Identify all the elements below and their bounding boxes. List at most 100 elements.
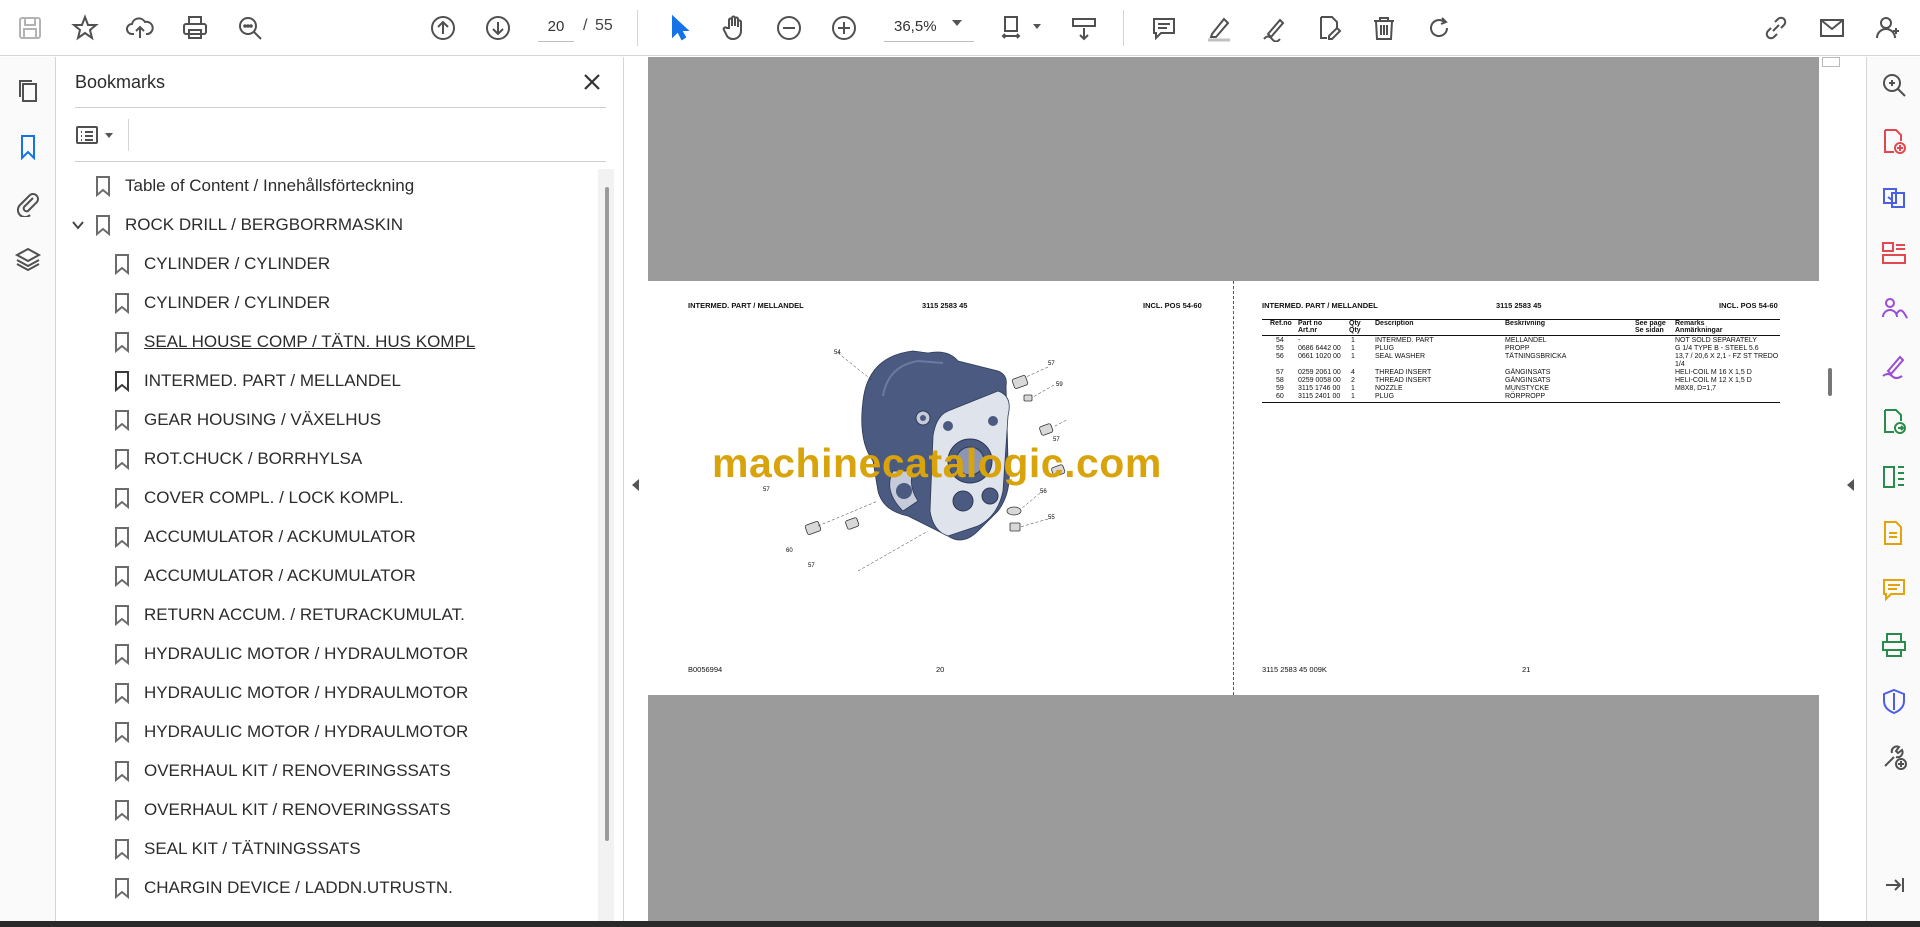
zoom-in-icon[interactable] bbox=[826, 10, 862, 46]
highlight-icon[interactable] bbox=[1201, 10, 1237, 46]
page-fit-icon[interactable] bbox=[995, 10, 1031, 46]
zoom-level-input[interactable] bbox=[884, 12, 974, 42]
bookmark-item[interactable]: ACCUMULATOR / ACKUMULATOR bbox=[114, 559, 416, 593]
bookmark-item[interactable]: Table of Content / Innehållsförteckning bbox=[95, 169, 414, 203]
save-icon[interactable] bbox=[12, 10, 48, 46]
bookmark-item[interactable]: CYLINDER / CYLINDER bbox=[114, 286, 330, 320]
callout-label: 60 bbox=[786, 548, 793, 554]
star-icon[interactable] bbox=[67, 10, 103, 46]
bookmark-item[interactable]: OVERHAUL KIT / RENOVERINGSSATS bbox=[114, 754, 451, 788]
table-cell: 54 bbox=[1276, 337, 1284, 344]
table-cell: PLUG bbox=[1375, 393, 1395, 400]
find-zoom-icon[interactable] bbox=[232, 10, 268, 46]
protect-icon[interactable] bbox=[1878, 685, 1910, 717]
bookmark-item[interactable]: HYDRAULIC MOTOR / HYDRAULMOTOR bbox=[114, 676, 468, 710]
combine-files-icon[interactable] bbox=[1878, 181, 1910, 213]
bookmark-icon bbox=[114, 370, 130, 393]
zoom-dropdown-caret[interactable] bbox=[952, 20, 962, 26]
fill-sign-icon[interactable] bbox=[1878, 349, 1910, 381]
comment-tool-icon[interactable] bbox=[1878, 573, 1910, 605]
comment-icon[interactable] bbox=[1146, 10, 1182, 46]
bookmarks-scroll-thumb[interactable] bbox=[605, 187, 609, 841]
bookmark-label: HYDRAULIC MOTOR / HYDRAULMOTOR bbox=[144, 722, 469, 741]
scroll-top-indicator bbox=[1822, 57, 1840, 67]
share-link-icon[interactable] bbox=[1758, 10, 1794, 46]
account-icon[interactable] bbox=[1870, 10, 1906, 46]
bookmark-item[interactable]: SEAL KIT / TÄTNINGSSATS bbox=[114, 832, 361, 866]
table-cell: SEAL WASHER bbox=[1375, 353, 1426, 360]
table-cell: 13,7 / 20,6 X 2,1 - FZ ST TREDO bbox=[1675, 353, 1779, 360]
more-tools-icon[interactable] bbox=[1878, 741, 1910, 773]
table-cell: 3115 2401 00 bbox=[1298, 393, 1341, 400]
bookmark-label: SEAL HOUSE COMP / TÄTN. HUS KOMPL bbox=[144, 332, 476, 351]
right-page-title: INTERMED. PART / MELLANDEL bbox=[1262, 301, 1378, 310]
close-icon[interactable] bbox=[577, 67, 607, 97]
draw-icon[interactable] bbox=[1256, 10, 1292, 46]
bookmark-item[interactable]: ROT.CHUCK / BORRHYLSA bbox=[114, 442, 362, 476]
organize-pages-icon[interactable] bbox=[1878, 237, 1910, 269]
page-fit-caret[interactable] bbox=[1033, 24, 1041, 29]
table-cell: INTERMED. PART bbox=[1375, 337, 1434, 344]
page-thumbnails-icon[interactable] bbox=[10, 73, 46, 109]
bookmark-icon bbox=[114, 682, 130, 705]
request-signature-icon[interactable] bbox=[1878, 293, 1910, 325]
collapse-left-panel-icon[interactable] bbox=[625, 470, 645, 500]
document-scrollbar[interactable] bbox=[1821, 57, 1841, 921]
page-number-input[interactable] bbox=[538, 12, 574, 42]
bookmark-item[interactable]: CYLINDER / CYLINDER bbox=[114, 247, 330, 281]
bookmark-item[interactable]: CHARGIN DEVICE / LADDN.UTRUSTN. bbox=[114, 871, 453, 905]
table-row: 54 - 1 INTERMED. PART MELLANDEL NOT SOLD SEPA… bbox=[1262, 337, 1780, 345]
left-page-incl: INCL. POS 54-60 bbox=[1143, 301, 1202, 310]
export-pdf-icon[interactable] bbox=[1878, 405, 1910, 437]
previous-page-icon[interactable] bbox=[425, 10, 461, 46]
bookmark-item[interactable]: OVERHAUL KIT / RENOVERINGSSATS bbox=[114, 793, 451, 827]
print-icon[interactable] bbox=[177, 10, 213, 46]
upload-cloud-icon[interactable] bbox=[122, 10, 158, 46]
create-pdf-icon[interactable] bbox=[1878, 125, 1910, 157]
scan-ocr-icon[interactable] bbox=[1878, 629, 1910, 661]
left-page-part-number: 3115 2583 45 bbox=[922, 301, 968, 310]
send-for-comments-icon[interactable] bbox=[1878, 517, 1910, 549]
bookmark-options-button[interactable] bbox=[75, 119, 123, 151]
document-scroll-thumb[interactable] bbox=[1828, 368, 1832, 396]
edit-text-icon[interactable] bbox=[1311, 10, 1347, 46]
scroll-mode-icon[interactable] bbox=[1066, 10, 1102, 46]
bookmark-label: OVERHAUL KIT / RENOVERINGSSATS bbox=[144, 761, 451, 780]
bookmark-item[interactable]: COVER COMPL. / LOCK KOMPL. bbox=[114, 481, 404, 515]
next-page-icon[interactable] bbox=[480, 10, 516, 46]
bookmark-item[interactable]: GEAR HOUSING / VÄXELHUS bbox=[114, 403, 381, 437]
page-separator: / bbox=[583, 17, 588, 34]
zoom-search-icon[interactable] bbox=[1878, 69, 1910, 101]
zoom-out-icon[interactable] bbox=[771, 10, 807, 46]
rotate-icon[interactable] bbox=[1421, 10, 1457, 46]
bookmark-item[interactable]: ACCUMULATOR / ACKUMULATOR bbox=[114, 520, 416, 554]
taskbar-strip bbox=[0, 921, 1920, 927]
delete-icon[interactable] bbox=[1366, 10, 1402, 46]
table-cell: 59 bbox=[1276, 385, 1284, 392]
bookmark-label: Table of Content / Innehållsförteckning bbox=[125, 176, 415, 195]
table-cell: HELI-COIL M 16 X 1,5 D bbox=[1675, 369, 1752, 376]
bookmark-item[interactable]: INTERMED. PART / MELLANDEL bbox=[114, 364, 401, 398]
table-cell: - bbox=[1298, 337, 1301, 344]
table-cell: NOZZLE bbox=[1375, 385, 1403, 392]
bookmarks-icon[interactable] bbox=[10, 129, 46, 165]
email-icon[interactable] bbox=[1814, 10, 1850, 46]
expand-right-panel-icon[interactable] bbox=[1840, 470, 1860, 500]
edit-pdf-icon[interactable] bbox=[1878, 461, 1910, 493]
bookmark-item[interactable]: RETURN ACCUM. / RETURACKUMULAT. bbox=[114, 598, 465, 632]
collapse-tools-icon[interactable] bbox=[1878, 869, 1910, 901]
table-cell: PLUG bbox=[1375, 345, 1395, 352]
bookmark-item[interactable]: ROCK DRILL / BERGBORRMASKIN bbox=[95, 208, 403, 242]
bookmark-item[interactable]: HYDRAULIC MOTOR / HYDRAULMOTOR bbox=[114, 715, 468, 749]
attachments-icon[interactable] bbox=[10, 185, 46, 221]
select-cursor-icon[interactable] bbox=[661, 10, 697, 46]
bookmark-item[interactable]: SEAL HOUSE COMP / TÄTN. HUS KOMPL bbox=[114, 325, 475, 359]
divider bbox=[128, 119, 129, 151]
layers-icon[interactable] bbox=[10, 241, 46, 277]
chevron-down-icon[interactable] bbox=[71, 218, 85, 232]
hand-tool-icon[interactable] bbox=[716, 10, 752, 46]
bookmark-icon bbox=[114, 253, 130, 276]
table-cell: 1 bbox=[1351, 385, 1355, 392]
bookmark-item[interactable]: HYDRAULIC MOTOR / HYDRAULMOTOR bbox=[114, 637, 468, 671]
bookmark-label: CYLINDER / CYLINDER bbox=[144, 293, 331, 312]
